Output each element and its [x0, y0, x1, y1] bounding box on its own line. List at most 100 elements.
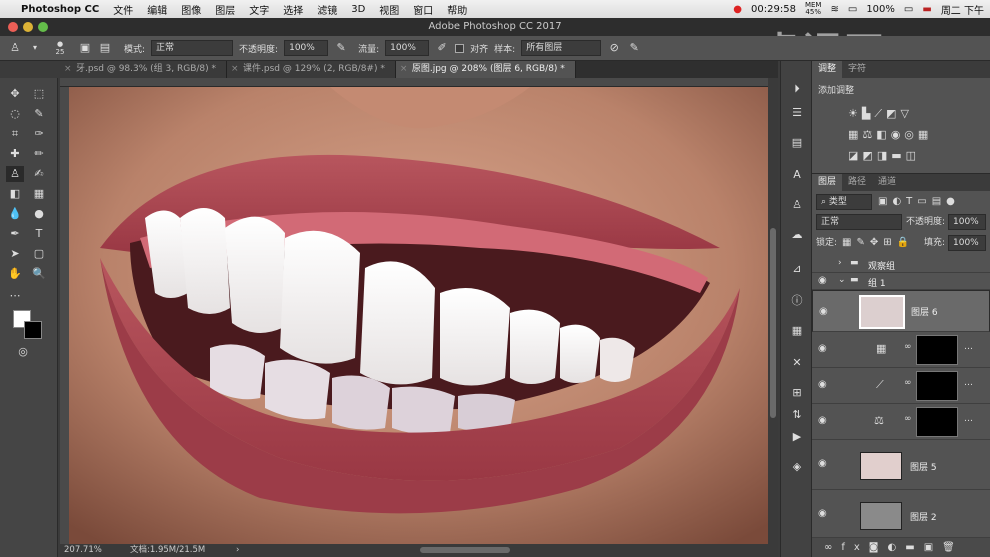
layer-row-observe-group[interactable]: › ▬ 观察组 [812, 256, 990, 273]
3d-icon[interactable]: ◈ [789, 459, 805, 475]
eye-icon[interactable]: ◉ [818, 415, 827, 426]
clone-stamp-icon[interactable]: ♙ [8, 41, 22, 55]
blend-mode-select[interactable]: 正常 [816, 214, 902, 230]
menu-help[interactable]: 帮助 [440, 2, 474, 17]
character-icon[interactable]: A [789, 167, 805, 183]
close-icon[interactable]: × [400, 61, 408, 78]
horizontal-ruler[interactable] [60, 78, 768, 87]
clone-stamp-tool-icon[interactable]: ♙ [6, 166, 24, 182]
close-window-button[interactable] [8, 22, 18, 32]
layer-opacity-input[interactable]: 100% [948, 214, 986, 230]
zoom-window-button[interactable] [38, 22, 48, 32]
minimize-window-button[interactable] [23, 22, 33, 32]
eyedropper-tool-icon[interactable]: ✑ [30, 126, 48, 142]
history-brush-icon[interactable]: ✍ [30, 166, 48, 182]
eye-icon[interactable]: ◉ [818, 379, 827, 390]
adjustment-layer-icon[interactable]: ◐ [888, 542, 906, 553]
app-menu[interactable]: Photoshop CC [14, 4, 106, 15]
hue-sat-icon[interactable]: ▦ [848, 128, 862, 141]
invert-icon[interactable]: ◪ [848, 149, 862, 162]
menu-layer[interactable]: 图层 [208, 2, 242, 17]
gradient-tool-icon[interactable]: ▦ [30, 186, 48, 202]
eye-icon[interactable]: ◉ [818, 508, 827, 519]
tab-character[interactable]: 字符 [842, 61, 872, 78]
hand-tool-icon[interactable]: ✋ [6, 266, 24, 282]
libraries-icon[interactable]: ☁ [789, 227, 805, 243]
type-tool-icon[interactable]: T [30, 226, 48, 242]
zoom-level[interactable]: 207.71% [64, 544, 102, 557]
quick-mask-icon[interactable]: ◎ [14, 344, 32, 360]
flag-icon[interactable]: ▬ [922, 4, 931, 15]
add-mask-icon[interactable]: ◙ [869, 542, 888, 553]
properties-icon[interactable]: ☰ [789, 105, 805, 121]
menu-image[interactable]: 图像 [174, 2, 208, 17]
more-tools-icon[interactable]: ⋯ [6, 288, 24, 304]
tab-adjustments[interactable]: 调整 [812, 61, 843, 78]
brush-settings-icon[interactable]: ▣ [78, 41, 92, 55]
color-balance-icon[interactable]: ⚖ [862, 128, 876, 141]
eraser-tool-icon[interactable]: ◧ [6, 186, 24, 202]
chevron-down-icon[interactable]: ⌄ [838, 275, 846, 285]
layer-mask-thumbnail[interactable] [916, 407, 958, 437]
horizontal-scrollbar[interactable] [420, 547, 510, 553]
layer-mask-thumbnail[interactable] [916, 371, 958, 401]
photo-filter-icon[interactable]: ◉ [891, 128, 905, 141]
link-layers-icon[interactable]: ∞ [824, 542, 841, 553]
path-select-tool-icon[interactable]: ➤ [6, 246, 24, 262]
more-icon[interactable]: … [964, 342, 973, 352]
new-layer-icon[interactable]: ▣ [924, 542, 942, 553]
exposure-icon[interactable]: ◩ [886, 107, 900, 120]
background-color-swatch[interactable] [24, 321, 42, 339]
marquee-tool-icon[interactable]: ⬚ [30, 86, 48, 102]
status-arrow-icon[interactable]: › [236, 544, 239, 557]
delete-layer-icon[interactable]: 🗑 [942, 542, 964, 553]
vertical-scrollbar[interactable] [768, 78, 778, 544]
ignore-adjustment-icon[interactable]: ⊘ [607, 41, 621, 55]
tab-courseware-psd[interactable]: × 课件.psd @ 129% (2, RGB/8#) * [227, 61, 396, 78]
vibrance-icon[interactable]: ▽ [900, 107, 912, 120]
battery-icon[interactable]: ▭ [904, 4, 913, 15]
tab-layers[interactable]: 图层 [812, 174, 843, 191]
fill-input[interactable]: 100% [948, 235, 986, 251]
layer-row-group-1[interactable]: ◉ ⌄ ▬ 组 1 [812, 273, 990, 290]
chevron-down-icon[interactable]: ▾ [28, 41, 42, 55]
pressure-opacity-icon[interactable]: ✎ [334, 41, 348, 55]
timeline-icon[interactable]: ⊞ [789, 385, 805, 401]
record-icon[interactable]: ● [733, 4, 742, 15]
bw-icon[interactable]: ◧ [876, 128, 890, 141]
lock-icons[interactable]: ▦✎✥⊞🔒 [842, 235, 914, 251]
mode-select[interactable]: 正常 [151, 40, 234, 56]
layer-filter-select[interactable]: ⌕ 类型 [816, 194, 872, 210]
measurement-icon[interactable]: ⊿ [789, 261, 805, 277]
histogram-icon[interactable]: ▦ [789, 323, 805, 339]
tab-original-jpg[interactable]: × 原图.jpg @ 208% (图层 6, RGB/8) * [395, 61, 576, 78]
more-icon[interactable]: … [964, 378, 973, 388]
tab-channels[interactable]: 通道 [872, 174, 902, 191]
eye-icon[interactable]: ◉ [818, 275, 827, 286]
menu-edit[interactable]: 编辑 [140, 2, 174, 17]
menu-window[interactable]: 窗口 [406, 2, 440, 17]
posterize-icon[interactable]: ◩ [862, 149, 876, 162]
healing-brush-icon[interactable]: ✚ [6, 146, 24, 162]
eye-icon[interactable]: ◉ [818, 458, 827, 469]
pressure-size-icon[interactable]: ✎ [627, 41, 641, 55]
brightness-icon[interactable]: ☀ [848, 107, 862, 120]
sample-select[interactable]: 所有图层 [521, 40, 602, 56]
clone-source-icon[interactable]: ♙ [789, 197, 805, 213]
selective-color-icon[interactable]: ◫ [906, 149, 920, 162]
pen-tool-icon[interactable]: ✒ [6, 226, 24, 242]
shape-tool-icon[interactable]: ▢ [30, 246, 48, 262]
chevron-right-icon[interactable]: › [838, 258, 842, 268]
move-tool-icon[interactable]: ✥ [6, 86, 24, 102]
tab-tooth-psd[interactable]: × 牙.psd @ 98.3% (组 3, RGB/8) * [60, 61, 228, 78]
history-icon[interactable]: ⏵ [789, 81, 805, 97]
more-icon[interactable]: … [964, 414, 973, 424]
menu-type[interactable]: 文字 [242, 2, 276, 17]
close-icon[interactable]: × [64, 61, 72, 78]
brush-preset-picker[interactable]: ● 25 [48, 40, 72, 56]
channel-mixer-icon[interactable]: ◎ [904, 128, 918, 141]
curves-icon[interactable]: ⟋ [874, 107, 886, 120]
dodge-tool-icon[interactable]: ● [30, 206, 48, 222]
layer-row-layer-5[interactable]: ◉ 图层 5 [812, 440, 990, 490]
quick-select-tool-icon[interactable]: ✎ [30, 106, 48, 122]
